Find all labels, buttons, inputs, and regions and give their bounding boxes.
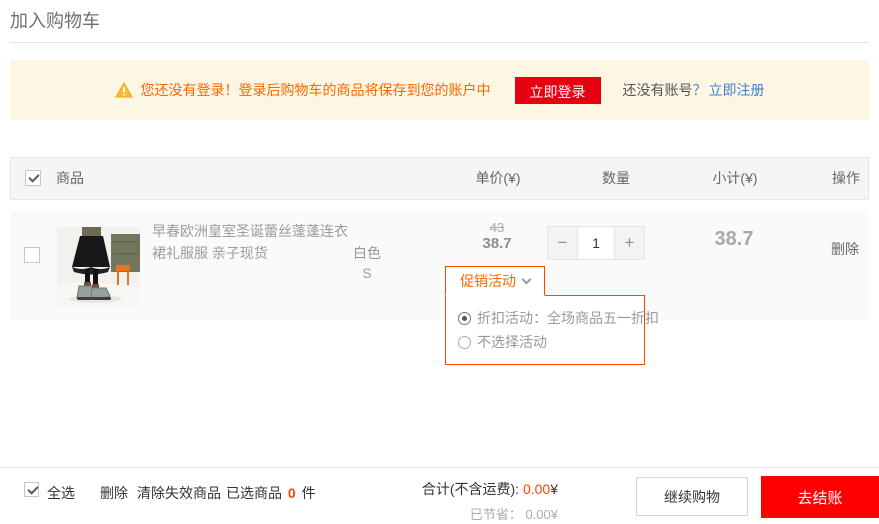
header-quantity: 数量 <box>566 158 666 199</box>
selected-count-text: 已选商品 0 件 <box>226 483 316 503</box>
current-price: 38.7 <box>447 235 547 252</box>
continue-shopping-button[interactable]: 继续购物 <box>636 477 748 516</box>
select-all-label[interactable]: 全选 <box>47 483 75 503</box>
no-account-text: 还没有账号 <box>623 80 693 100</box>
clear-invalid-link[interactable]: 清除失效商品 <box>137 483 221 503</box>
header-unit-price: 单价(¥) <box>448 158 548 199</box>
header-subtotal: 小计(¥) <box>685 158 785 199</box>
register-now-link[interactable]: 立即注册 <box>709 80 765 100</box>
promotion-option-none[interactable]: 不选择活动 <box>458 330 644 354</box>
item-checkbox[interactable] <box>24 247 40 263</box>
header-product: 商品 <box>56 158 84 199</box>
login-notice-message: 您还没有登录！登录后购物车的商品将保存到您的账户中 <box>141 80 491 100</box>
total-currency: ¥ <box>550 481 558 497</box>
cart-page: 加入购物车 您还没有登录！登录后购物车的商品将保存到您的账户中 立即登录 还没有… <box>0 0 879 524</box>
promotion-option-label: 折扣活动：全场商品五一折扣 <box>477 308 659 328</box>
total-value: 0.00 <box>523 481 550 497</box>
product-color: 白色 <box>317 243 417 263</box>
saved-value: 0.00¥ <box>525 507 558 522</box>
login-now-button[interactable]: 立即登录 <box>515 77 601 104</box>
header-action: 操作 <box>796 158 879 199</box>
quantity-input[interactable] <box>577 226 615 260</box>
divider <box>10 42 869 43</box>
cart-table-header: 商品 单价(¥) 数量 小计(¥) 操作 <box>10 157 869 200</box>
promotion-option-discount[interactable]: 折扣活动：全场商品五一折扣 <box>458 306 644 330</box>
selected-suffix: 件 <box>302 485 316 501</box>
saved-label: 已节省： <box>470 507 526 522</box>
promotion-dropdown-toggle[interactable]: 促销活动 <box>445 266 545 296</box>
saved-line: 已节省： 0.00¥ <box>422 504 558 523</box>
login-notice-bar: 您还没有登录！登录后购物车的商品将保存到您的账户中 立即登录 还没有账号？ 立即… <box>10 60 869 120</box>
promotion-panel: 折扣活动：全场商品五一折扣 不选择活动 <box>445 295 645 365</box>
promotion-option-label: 不选择活动 <box>477 332 547 352</box>
checkout-button[interactable]: 去结账 <box>761 476 879 518</box>
total-line: 合计(不含运费): 0.00¥ <box>422 479 558 499</box>
quantity-stepper: − + <box>547 226 645 260</box>
item-subtotal: 38.7 <box>684 228 784 251</box>
radio-button[interactable] <box>458 312 471 325</box>
product-image[interactable] <box>57 227 140 307</box>
page-title: 加入购物车 <box>10 7 100 33</box>
cart-footer-bar: 全选 删除 清除失效商品 已选商品 0 件 合计(不含运费): 0.00¥ 已节… <box>0 467 879 524</box>
selected-prefix: 已选商品 <box>226 485 282 501</box>
selected-count: 0 <box>286 485 298 501</box>
cart-item-row: 早春欧洲皇室圣诞蕾丝蓬蓬连衣裙礼服服 亲子现货 白色 S 43 38.7 − +… <box>10 210 869 320</box>
quantity-decrease-button[interactable]: − <box>547 226 577 260</box>
no-account-question-mark: ？ <box>693 80 707 100</box>
select-all-footer-checkbox[interactable] <box>24 482 39 497</box>
select-all-header-checkbox[interactable] <box>25 170 41 186</box>
original-price: 43 <box>447 220 547 235</box>
total-label: 合计(不含运费): <box>422 481 523 497</box>
product-size: S <box>317 265 417 281</box>
radio-button[interactable] <box>458 336 471 349</box>
chevron-down-icon <box>522 274 532 284</box>
promotion-label: 促销活动 <box>460 271 516 291</box>
footer-delete-link[interactable]: 删除 <box>100 483 128 503</box>
totals-block: 合计(不含运费): 0.00¥ 已节省： 0.00¥ <box>422 479 558 523</box>
quantity-increase-button[interactable]: + <box>615 226 645 260</box>
item-delete-link[interactable]: 删除 <box>795 239 879 259</box>
warning-triangle-icon <box>115 82 133 98</box>
